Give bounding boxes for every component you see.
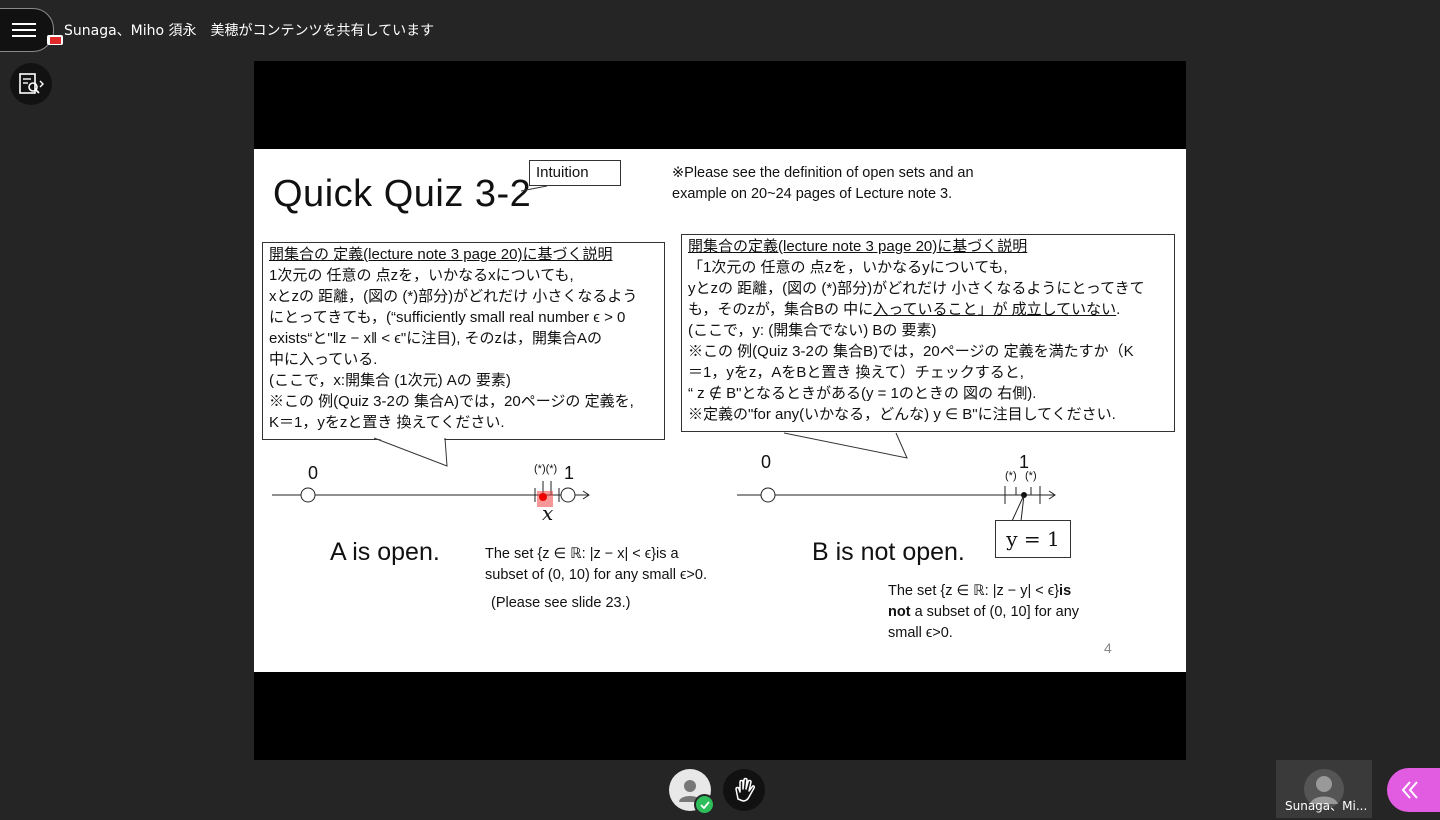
box-b-line3-underlined: 入っていること」が 成立していない — [873, 301, 1117, 318]
raise-hand-icon — [735, 777, 755, 802]
explanation-box-b: 開集合の定義(lecture note 3 page 20)に基づく説明 「1次… — [681, 234, 1175, 432]
hamburger-menu-button[interactable] — [0, 8, 54, 52]
b-set-line2: a subset of (0, 10] for any — [910, 604, 1080, 620]
slide-title: Quick Quiz 3-2 — [273, 173, 532, 215]
reference-note-line: ※Please see the definition of open sets … — [672, 165, 974, 181]
box-a-heading: 開集合の 定義(lecture note 3 page 20)に基づく説明 — [269, 246, 613, 263]
box-b-line: ※定義の"for any(いかなる，どんな) y ∈ B"に注目してください. — [688, 406, 1116, 423]
line-b-zero: 0 — [761, 452, 772, 472]
b-set-description: The set {z ∈ ℝ: |z − y| < ϵ}is not a sub… — [888, 581, 1079, 644]
reference-note-line: example on 20~24 pages of Lecture note 3… — [672, 186, 953, 202]
box-b-line3-part: も，そのzが，集合Bの 中に — [688, 301, 874, 318]
raise-hand-button[interactable] — [723, 769, 765, 811]
b-not-open-text: B is not open. — [812, 538, 965, 566]
box-b-callout-tail — [784, 432, 908, 459]
box-b-line: 「1次元の 任意の 点zを，いかなるyについても, — [688, 259, 1008, 276]
my-status-button[interactable] — [669, 769, 715, 815]
b-set-bold-is: is — [1059, 583, 1072, 599]
hamburger-menu-icon — [12, 23, 36, 37]
recording-camera-icon — [47, 35, 63, 45]
box-a-line: にとってきても，(“sufficiently small real number… — [269, 309, 626, 326]
slide-page-number: 4 — [1104, 640, 1112, 656]
check-badge-icon — [694, 794, 715, 815]
box-a-line: ※この 例(Quiz 3-2の 集合A)では，20ページの 定義を, — [269, 393, 634, 410]
box-b-line: “ z ∉ B"となるときがある(y = 1のときの 図の 右側). — [688, 385, 1037, 402]
box-a-line: (ここで，x:開集合 (1次元) Aの 要素) — [269, 372, 511, 389]
line-a-epsilon-marks: (*)(*) — [534, 463, 558, 475]
y-equals-1-label: y = 1 — [995, 520, 1071, 558]
box-a-line: 1次元の 任意の 点zを，いかなるxについても, — [269, 267, 574, 284]
double-chevron-left-icon — [1401, 781, 1418, 799]
intuition-callout-pointer — [520, 185, 548, 192]
box-a-line: exists“と"‖z − x‖ < ϵ"に注目), そのzは，開集合Aの — [269, 330, 603, 347]
box-b-line: ※この 例(Quiz 3-2の 集合B)では，20ページの 定義を満たすか（K — [688, 343, 1134, 360]
a-is-open-text: A is open. — [330, 538, 440, 566]
intuition-label: Intuition — [529, 160, 621, 186]
collapse-panel-button[interactable] — [1387, 768, 1440, 812]
box-b-line3-end: . — [1116, 301, 1121, 318]
box-b-line: も，そのzが，集合Bの 中に入っていること」が 成立していない. — [688, 299, 1168, 320]
bottom-control-bar — [669, 769, 765, 815]
box-b-heading: 開集合の定義(lecture note 3 page 20)に基づく説明 — [688, 238, 1028, 255]
b-set-line3: small ϵ>0. — [888, 625, 953, 641]
box-b-line: ＝1，yをz，AをBと置き 換えて）チェックすると, — [688, 364, 1024, 381]
presentation-follow-button[interactable] — [10, 63, 52, 105]
box-b-line: (ここで，y: (開集合でない) Bの 要素) — [688, 322, 937, 339]
participant-name: Sunaga、Mi... — [1285, 799, 1368, 813]
a-set-line: subset of (0, 10) for any small ϵ>0. — [485, 567, 707, 583]
box-a-line: xとzの 距離，(図の (*)部分)がどれだけ 小さくなるよう — [269, 288, 638, 305]
a-set-description: The set {z ∈ ℝ: |z − x| < ϵ}is a subset … — [485, 544, 707, 586]
reference-note: ※Please see the definition of open sets … — [672, 163, 1032, 205]
box-a-line: K＝1，yをzと置き 換えてください. — [269, 414, 505, 431]
line-a-x-label: x — [542, 501, 554, 525]
a-set-line: The set {z ∈ ℝ: |z − x| < ϵ}is a — [485, 546, 679, 562]
a-see-slide-note: (Please see slide 23.) — [491, 595, 631, 611]
b-set-bold-not: not — [888, 604, 911, 620]
box-b-line: yとzの 距離，(図の (*)部分)がどれだけ 小さくなるようにとってきて — [688, 280, 1145, 297]
line-a-zero: 0 — [308, 463, 319, 483]
shared-slide: Quick Quiz 3-2 Intuition ※Please see the… — [254, 149, 1186, 672]
line-a-one: 1 — [564, 463, 575, 483]
line-b-epsilon-mark: (*) — [1025, 470, 1037, 482]
explanation-box-a: 開集合の 定義(lecture note 3 page 20)に基づく説明 1次… — [262, 242, 665, 440]
b-set-line1: The set {z ∈ ℝ: |z − y| < ϵ} — [888, 583, 1060, 599]
sharing-status-text: Sunaga、Miho 須永 美穂がコンテンツを共有しています — [64, 23, 435, 39]
box-a-line: 中に入っている. — [269, 351, 378, 368]
presentation-follow-icon — [19, 73, 44, 94]
line-b-epsilon-mark: (*) — [1005, 470, 1017, 482]
